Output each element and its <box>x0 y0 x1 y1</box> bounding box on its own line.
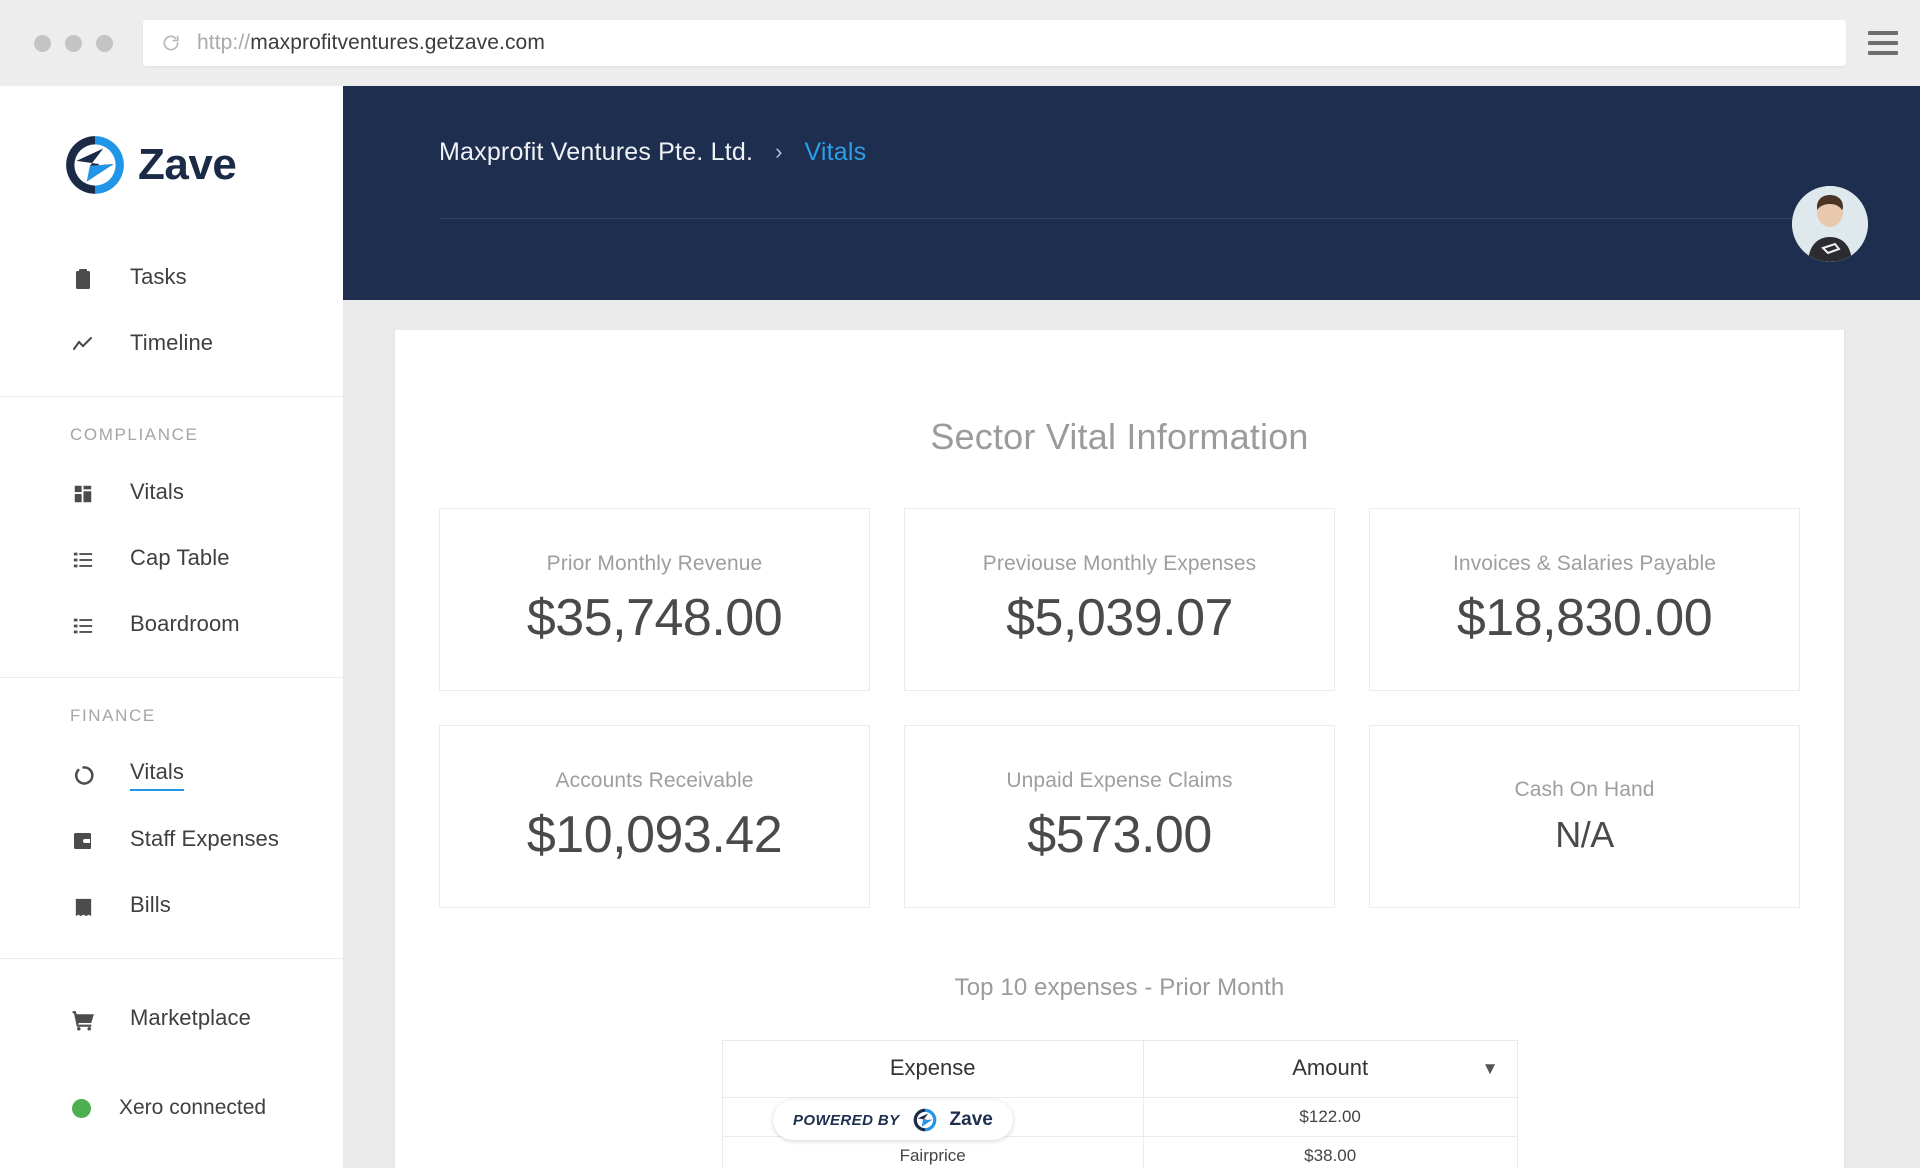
nav-section-label-compliance: COMPLIANCE <box>70 425 199 444</box>
window-controls <box>34 34 113 52</box>
url-scheme: http:// <box>197 31 251 54</box>
stat-value: $10,093.42 <box>526 805 783 864</box>
app-body: Zave Tasks Timeline COMPLIANCE Vitals Ca… <box>0 86 1920 1168</box>
sidebar-item-label: Vitals <box>130 759 184 791</box>
stat-card-previous-monthly-expenses: Previouse Monthly Expenses $5,039.07 <box>904 508 1335 691</box>
user-avatar[interactable] <box>1792 186 1868 262</box>
sidebar-item-bills[interactable]: Bills <box>0 874 343 940</box>
sidebar-logo-text: Zave <box>138 140 237 189</box>
url-text: http://maxprofitventures.getzave.com <box>197 31 545 55</box>
receipt-icon <box>70 894 96 920</box>
donut-chart-icon <box>70 762 96 788</box>
sidebar-item-staff-expenses[interactable]: Staff Expenses <box>0 808 343 874</box>
list-icon <box>70 613 96 639</box>
sidebar-item-tasks[interactable]: Tasks <box>0 246 343 312</box>
vitals-panel: Sector Vital Information Prior Monthly R… <box>395 330 1844 1168</box>
column-header-amount[interactable]: Amount ▼ <box>1142 1040 1518 1098</box>
nav-section-label-finance: FINANCE <box>70 706 156 725</box>
table-row[interactable]: Fairprice $38.00 <box>721 1136 1518 1168</box>
nav-group-marketplace: Marketplace <box>0 958 343 1071</box>
nav-group-compliance: COMPLIANCE Vitals Cap Table Boardroom <box>0 396 343 677</box>
sidebar-item-label: Timeline <box>130 330 214 355</box>
sidebar-item-label: Boardroom <box>130 611 240 636</box>
sidebar-item-label: Vitals <box>130 479 184 504</box>
page-title: Sector Vital Information <box>930 416 1309 457</box>
stat-label: Invoices & Salaries Payable <box>1452 551 1716 575</box>
sidebar-item-label: Tasks <box>130 264 187 289</box>
breadcrumb-company[interactable]: Maxprofit Ventures Pte. Ltd. <box>439 138 753 167</box>
nav-group-finance: FINANCE Vitals Staff Expenses Bills <box>0 677 343 958</box>
sort-descending-icon[interactable]: ▼ <box>1482 1059 1499 1079</box>
zave-logo-icon <box>62 132 128 198</box>
sidebar-item-timeline[interactable]: Timeline <box>0 312 343 378</box>
url-host: maxprofitventures.getzave.com <box>250 31 545 54</box>
stats-grid: Prior Monthly Revenue $35,748.00 Previou… <box>435 508 1804 908</box>
cell-expense: Fairprice <box>721 1136 1144 1168</box>
stat-value: $5,039.07 <box>1006 588 1233 647</box>
clipboard-icon <box>70 266 96 292</box>
sidebar-item-label: Cap Table <box>130 545 230 570</box>
cell-amount: $38.00 <box>1142 1136 1518 1168</box>
maximize-window-button[interactable] <box>96 34 113 52</box>
sidebar-item-marketplace[interactable]: Marketplace <box>0 987 343 1053</box>
nav-group-main: Tasks Timeline <box>0 238 343 396</box>
sidebar: Zave Tasks Timeline COMPLIANCE Vitals Ca… <box>0 86 343 1168</box>
address-bar[interactable]: http://maxprofitventures.getzave.com <box>143 20 1846 66</box>
table-header-row: Expense Amount ▼ <box>721 1040 1518 1098</box>
reload-icon[interactable] <box>161 33 181 53</box>
browser-toolbar: http://maxprofitventures.getzave.com <box>0 0 1920 86</box>
stat-label: Prior Monthly Revenue <box>546 551 763 575</box>
expenses-table-title: Top 10 expenses - Prior Month <box>954 974 1285 1001</box>
sidebar-item-label: Marketplace <box>130 1005 251 1030</box>
expenses-table-head: Expense Amount ▼ <box>721 1040 1518 1098</box>
column-header-label: Amount <box>1292 1055 1369 1080</box>
sidebar-logo[interactable]: Zave <box>0 86 343 238</box>
status-label: Xero connected <box>119 1096 267 1119</box>
status-dot-icon <box>72 1098 91 1118</box>
close-window-button[interactable] <box>34 34 51 52</box>
breadcrumb-current: Vitals <box>804 137 867 166</box>
hamburger-menu-icon[interactable] <box>1868 31 1898 55</box>
sidebar-item-label: Bills <box>130 892 171 917</box>
powered-by-brand: Zave <box>949 1109 993 1130</box>
powered-by-label: POWERED BY <box>793 1111 900 1129</box>
sidebar-item-cap-table[interactable]: Cap Table <box>0 527 343 593</box>
stat-label: Cash On Hand <box>1514 777 1655 801</box>
list-icon <box>70 547 96 573</box>
line-chart-icon <box>70 332 96 358</box>
stat-label: Accounts Receivable <box>555 768 754 792</box>
sidebar-item-compliance-vitals[interactable]: Vitals <box>0 461 343 527</box>
sidebar-item-boardroom[interactable]: Boardroom <box>0 593 343 659</box>
stat-value: $573.00 <box>1027 805 1212 864</box>
chevron-right-icon: › <box>775 139 783 164</box>
stat-value: N/A <box>1555 813 1614 855</box>
stat-value: $18,830.00 <box>1456 588 1713 647</box>
shopping-cart-icon <box>70 1007 96 1033</box>
stat-card-unpaid-expense-claims: Unpaid Expense Claims $573.00 <box>904 725 1335 908</box>
dashboard-grid-icon <box>70 481 96 507</box>
top-header-bar: Maxprofit Ventures Pte. Ltd. › Vitals <box>343 86 1920 300</box>
xero-connection-status: Xero connected <box>0 1096 343 1168</box>
browser-window: http://maxprofitventures.getzave.com Zav… <box>0 0 1920 1168</box>
stat-card-prior-monthly-revenue: Prior Monthly Revenue $35,748.00 <box>439 508 870 691</box>
zave-logo-icon <box>912 1107 938 1133</box>
stat-card-accounts-receivable: Accounts Receivable $10,093.42 <box>439 725 870 908</box>
stat-label: Previouse Monthly Expenses <box>982 551 1257 575</box>
stat-card-cash-on-hand: Cash On Hand N/A <box>1369 725 1800 908</box>
powered-by-badge: POWERED BY Zave <box>773 1100 1013 1140</box>
sidebar-item-finance-vitals[interactable]: Vitals <box>0 742 343 808</box>
wallet-icon <box>70 828 96 854</box>
stat-label: Unpaid Expense Claims <box>1006 768 1233 792</box>
header-divider <box>439 218 1824 219</box>
cell-amount: $122.00 <box>1142 1097 1518 1137</box>
sidebar-item-label: Staff Expenses <box>130 826 279 851</box>
column-header-expense[interactable]: Expense <box>721 1040 1144 1098</box>
stat-card-invoices-salaries-payable: Invoices & Salaries Payable $18,830.00 <box>1369 508 1800 691</box>
main-content: Maxprofit Ventures Pte. Ltd. › Vitals Se… <box>343 86 1920 1168</box>
column-header-label: Expense <box>889 1055 976 1080</box>
stat-value: $35,748.00 <box>526 588 783 647</box>
minimize-window-button[interactable] <box>65 34 82 52</box>
breadcrumb: Maxprofit Ventures Pte. Ltd. › Vitals <box>395 86 1868 218</box>
